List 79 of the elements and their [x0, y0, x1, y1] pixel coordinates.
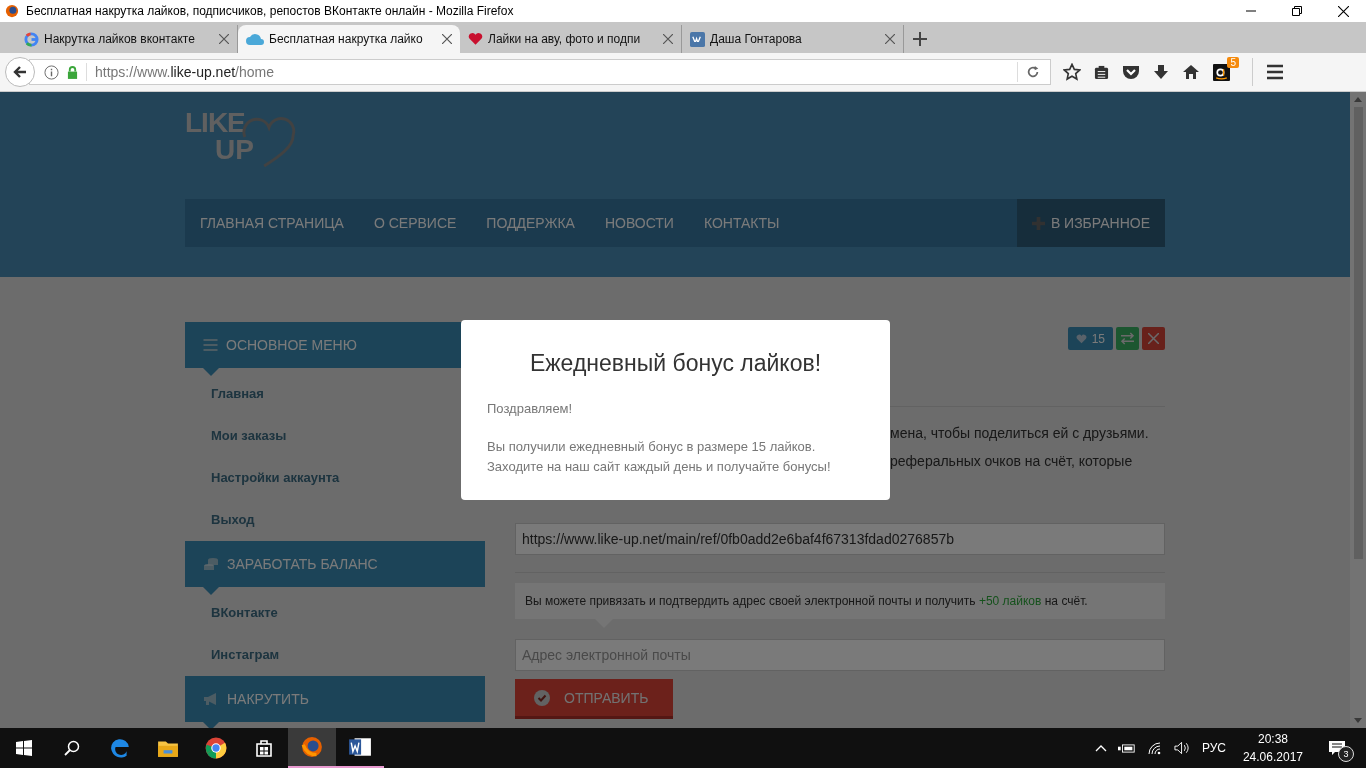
sidebar-link[interactable]: Выход	[185, 499, 485, 541]
restore-icon	[1292, 6, 1302, 16]
add-to-favorites-button[interactable]: В ИЗБРАННОЕ	[1016, 199, 1165, 247]
logo-text[interactable]: LIKE	[185, 110, 297, 137]
browser-tab[interactable]: Бесплатная накрутка лайко	[238, 25, 460, 53]
back-button[interactable]	[5, 57, 35, 87]
nav-link[interactable]: ПОДДЕРЖКА	[486, 215, 575, 231]
vk-logo-icon	[690, 31, 705, 47]
heart-icon	[468, 32, 483, 46]
battery-icon[interactable]	[1117, 742, 1136, 754]
speaker-icon[interactable]	[1173, 741, 1191, 755]
section-title: ОСНОВНОЕ МЕНЮ	[226, 337, 357, 353]
section-title: НАКРУТИТЬ	[227, 691, 309, 707]
close-icon	[1337, 5, 1349, 17]
close-icon	[1148, 333, 1159, 344]
firefox-icon	[5, 4, 19, 18]
megaphone-icon	[203, 692, 219, 706]
window-title: Бесплатная накрутка лайков, подписчиков, репостов ВКонтакте онлайн - Mozilla Firefox	[26, 4, 515, 18]
back-arrow-icon	[12, 64, 28, 80]
dialog-text: Вы получили ежедневный бонус в размере 15 лайков. Заходите на наш сайт каждый день и получайте бонусы!	[487, 438, 832, 476]
notification-count: 3	[1338, 746, 1354, 762]
referral-link-field[interactable]: https://www.like-up.net/main/ref/0fb0add2e6baf4f67313fdad0276857b	[515, 523, 1165, 555]
swap-arrows-icon	[1120, 332, 1135, 345]
logo-text[interactable]: UP	[215, 136, 297, 164]
lock-icon	[67, 65, 78, 79]
nav-link[interactable]: НОВОСТИ	[604, 215, 674, 231]
close-tab-icon[interactable]	[219, 34, 229, 44]
language-indicator[interactable]: РУС	[1201, 741, 1226, 755]
scroll-down-icon[interactable]	[1354, 718, 1362, 723]
sidebar-link[interactable]: Инстаграм	[185, 634, 485, 676]
nav-link[interactable]: ГЛАВНАЯ СТРАНИЦА	[200, 215, 344, 231]
star-icon[interactable]	[1063, 63, 1081, 81]
section-title: ЗАРАБОТАТЬ БАЛАНС	[227, 556, 378, 572]
email-bonus-note: Вы можете привязать и подтвердить адрес своей электронной почты и получить +50 лайков на счёт.	[515, 583, 1165, 619]
menu-icon	[203, 339, 218, 351]
coins-icon	[203, 557, 219, 571]
pocket-icon[interactable]	[1122, 64, 1140, 80]
close-tab-icon[interactable]	[885, 34, 895, 44]
edge-logo-icon	[109, 737, 131, 759]
show-hidden-icons-icon[interactable]	[1094, 744, 1107, 752]
close-tab-icon[interactable]	[442, 34, 452, 44]
scrollbar[interactable]	[1350, 92, 1366, 728]
firefox-logo-icon	[301, 736, 323, 758]
dialog-title: Ежедневный бонус лайков!	[529, 350, 822, 377]
search-icon	[64, 740, 80, 756]
notification-badge: 5	[1227, 56, 1239, 68]
plus-icon	[913, 32, 927, 46]
reading-list-icon[interactable]	[1094, 64, 1109, 80]
nav-link[interactable]: КОНТАКТЫ	[703, 215, 780, 231]
download-icon[interactable]	[1153, 64, 1169, 80]
clock[interactable]: 20:38 24.06.2017	[1242, 730, 1303, 766]
plus-icon	[1031, 216, 1045, 230]
chrome-logo-icon	[205, 737, 227, 759]
dialog-text: Поздравляем!	[487, 400, 574, 418]
windows-logo-icon	[16, 740, 32, 756]
action-center-button[interactable]: 3	[1328, 740, 1354, 762]
menu-icon[interactable]	[1266, 64, 1284, 80]
g-logo-icon	[24, 31, 39, 47]
likes-counter: 15	[1067, 327, 1113, 350]
submit-button[interactable]: ОТПРАВИТЬ	[515, 679, 673, 719]
check-circle-icon	[534, 689, 550, 706]
description-text: мена, чтобы поделиться ей с друзьями.	[890, 424, 1150, 443]
home-icon[interactable]	[1182, 64, 1200, 80]
folder-icon	[157, 738, 179, 758]
close-tab-icon[interactable]	[663, 34, 673, 44]
amazon-extension-button[interactable]: 5	[1213, 56, 1239, 81]
wifi-icon[interactable]	[1146, 741, 1163, 755]
nav-link[interactable]: О СЕРВИСЕ	[373, 215, 457, 231]
reload-icon[interactable]	[1026, 65, 1040, 79]
amazon-icon	[1213, 63, 1230, 81]
sidebar-link[interactable]: ВКонтакте	[185, 592, 485, 634]
store-bag-icon	[254, 738, 274, 758]
cloud-icon	[246, 32, 264, 46]
heart-icon	[1075, 333, 1087, 344]
info-icon[interactable]	[44, 64, 59, 80]
address-bar[interactable]: https://www.like-up.net/home	[29, 59, 1051, 85]
word-logo-icon	[348, 736, 372, 758]
scroll-up-icon[interactable]	[1354, 97, 1362, 102]
description-text: реферальных очков на счёт, которые	[890, 452, 1134, 471]
